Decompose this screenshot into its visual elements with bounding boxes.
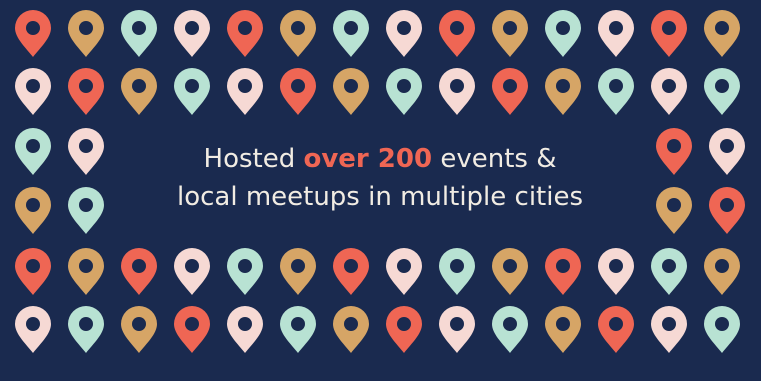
map-pin-icon bbox=[650, 10, 688, 58]
map-pin-icon bbox=[226, 306, 264, 354]
map-pin-icon bbox=[67, 68, 105, 116]
map-pin-icon bbox=[597, 306, 635, 354]
map-pin-icon bbox=[173, 68, 211, 116]
headline-line2: local meetups in multiple cities bbox=[176, 182, 584, 212]
map-pin-icon bbox=[67, 10, 105, 58]
map-pin-icon bbox=[14, 128, 52, 176]
map-pin-icon bbox=[385, 306, 423, 354]
map-pin-icon bbox=[655, 128, 693, 176]
map-pin-icon bbox=[703, 248, 741, 296]
map-pin-icon bbox=[491, 248, 529, 296]
map-pin-icon bbox=[438, 10, 476, 58]
headline: Hosted over 200 events & local meetups i… bbox=[120, 140, 640, 216]
map-pin-icon bbox=[703, 10, 741, 58]
map-pin-icon bbox=[279, 306, 317, 354]
map-pin-icon bbox=[279, 10, 317, 58]
map-pin-icon bbox=[173, 10, 211, 58]
map-pin-icon bbox=[438, 68, 476, 116]
map-pin-icon bbox=[491, 10, 529, 58]
map-pin-icon bbox=[173, 248, 211, 296]
map-pin-icon bbox=[385, 10, 423, 58]
map-pin-icon bbox=[332, 10, 370, 58]
map-pin-icon bbox=[703, 306, 741, 354]
map-pin-icon bbox=[544, 248, 582, 296]
map-pin-icon bbox=[332, 306, 370, 354]
map-pin-icon bbox=[279, 68, 317, 116]
banner: Hosted over 200 events & local meetups i… bbox=[0, 0, 761, 381]
map-pin-icon bbox=[67, 187, 105, 235]
map-pin-icon bbox=[385, 248, 423, 296]
map-pin-icon bbox=[491, 68, 529, 116]
map-pin-icon bbox=[597, 248, 635, 296]
map-pin-icon bbox=[332, 68, 370, 116]
map-pin-icon bbox=[14, 68, 52, 116]
map-pin-icon bbox=[708, 128, 746, 176]
map-pin-icon bbox=[14, 248, 52, 296]
map-pin-icon bbox=[597, 10, 635, 58]
headline-prefix: Hosted bbox=[203, 144, 304, 174]
map-pin-icon bbox=[703, 68, 741, 116]
headline-suffix: events & bbox=[432, 144, 557, 174]
map-pin-icon bbox=[491, 306, 529, 354]
map-pin-icon bbox=[655, 187, 693, 235]
map-pin-icon bbox=[650, 306, 688, 354]
map-pin-icon bbox=[597, 68, 635, 116]
map-pin-icon bbox=[279, 248, 317, 296]
map-pin-icon bbox=[120, 306, 158, 354]
map-pin-icon bbox=[438, 248, 476, 296]
map-pin-icon bbox=[120, 10, 158, 58]
map-pin-icon bbox=[226, 68, 264, 116]
map-pin-icon bbox=[14, 306, 52, 354]
map-pin-icon bbox=[67, 128, 105, 176]
map-pin-icon bbox=[438, 306, 476, 354]
map-pin-icon bbox=[173, 306, 211, 354]
map-pin-icon bbox=[708, 187, 746, 235]
map-pin-icon bbox=[120, 248, 158, 296]
headline-highlight: over 200 bbox=[303, 144, 433, 174]
map-pin-icon bbox=[226, 10, 264, 58]
map-pin-icon bbox=[67, 248, 105, 296]
map-pin-icon bbox=[226, 248, 264, 296]
map-pin-icon bbox=[120, 68, 158, 116]
map-pin-icon bbox=[14, 10, 52, 58]
map-pin-icon bbox=[67, 306, 105, 354]
map-pin-icon bbox=[385, 68, 423, 116]
map-pin-icon bbox=[544, 68, 582, 116]
map-pin-icon bbox=[544, 306, 582, 354]
map-pin-icon bbox=[650, 248, 688, 296]
map-pin-icon bbox=[14, 187, 52, 235]
map-pin-icon bbox=[650, 68, 688, 116]
map-pin-icon bbox=[332, 248, 370, 296]
map-pin-icon bbox=[544, 10, 582, 58]
